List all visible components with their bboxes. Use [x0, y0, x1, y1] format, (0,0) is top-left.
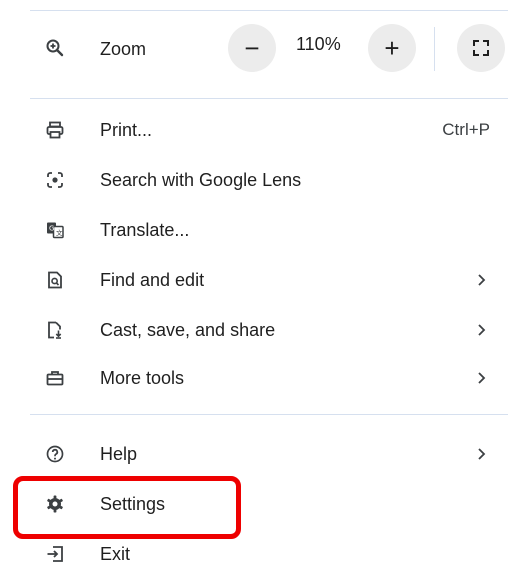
- print-icon: [44, 119, 66, 141]
- menu-item-label: Help: [100, 443, 138, 464]
- menu-item-google-lens[interactable]: Search with Google Lens: [0, 160, 508, 200]
- zoom-out-button[interactable]: −: [228, 24, 276, 72]
- menu-item-cast-save-share[interactable]: Cast, save, and share: [0, 310, 508, 350]
- top-divider: [30, 10, 508, 11]
- chevron-right-icon: [474, 323, 488, 337]
- google-lens-icon: [44, 169, 66, 191]
- menu-item-more-tools[interactable]: More tools: [0, 358, 508, 398]
- zoom-in-button[interactable]: +: [368, 24, 416, 72]
- zoom-separator: [434, 27, 435, 71]
- menu-item-label: Find and edit: [100, 269, 205, 290]
- menu-item-exit[interactable]: Exit: [0, 534, 508, 574]
- menu-item-translate[interactable]: G文 Translate...: [0, 210, 508, 250]
- fullscreen-button[interactable]: [457, 24, 505, 72]
- chevron-right-icon: [474, 371, 488, 385]
- find-page-icon: [44, 269, 66, 291]
- toolbox-icon: [44, 367, 66, 389]
- settings-highlight-box: [13, 476, 241, 539]
- exit-icon: [44, 543, 66, 565]
- tools-divider: [30, 414, 508, 415]
- translate-icon: G文: [44, 219, 66, 241]
- menu-item-label: Translate...: [100, 219, 190, 240]
- print-shortcut: Ctrl+P: [442, 120, 490, 139]
- menu-item-help[interactable]: Help: [0, 434, 508, 474]
- chevron-right-icon: [474, 447, 488, 461]
- svg-text:文: 文: [56, 228, 63, 237]
- menu-item-label: Search with Google Lens: [100, 169, 302, 190]
- chevron-right-icon: [474, 273, 488, 287]
- menu-item-find-and-edit[interactable]: Find and edit: [0, 260, 508, 300]
- fullscreen-icon: [471, 38, 491, 58]
- cast-save-icon: [44, 319, 66, 341]
- menu-item-label: Print...: [100, 119, 153, 140]
- menu-item-label: More tools: [100, 367, 185, 388]
- zoom-divider: [30, 98, 508, 99]
- menu-item-print[interactable]: Print... Ctrl+P: [0, 110, 508, 150]
- svg-text:G: G: [49, 225, 54, 233]
- zoom-in-icon: [44, 37, 66, 59]
- zoom-in-label: +: [384, 32, 400, 63]
- zoom-out-label: −: [244, 32, 260, 63]
- zoom-label: Zoom: [100, 39, 147, 59]
- menu-item-label: Exit: [100, 543, 131, 564]
- help-icon: [44, 443, 66, 465]
- zoom-value: 110%: [296, 34, 341, 54]
- menu-item-label: Cast, save, and share: [100, 319, 276, 340]
